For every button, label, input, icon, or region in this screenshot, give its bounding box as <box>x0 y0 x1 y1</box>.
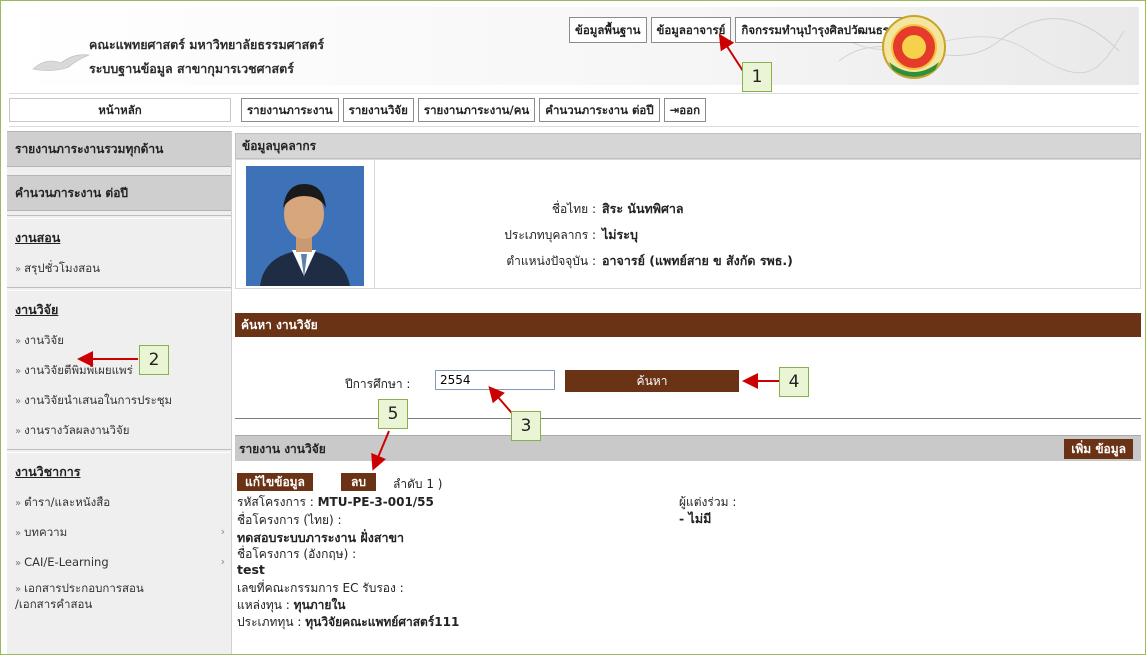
double-chevron-icon: » <box>15 396 22 407</box>
project-code-value: MTU-PE-3-001/55 <box>317 495 434 509</box>
sidebar-item-label: งานรางวัลผลงานวิจัย <box>24 423 130 437</box>
sidebar: รายงานภาระงานรวมทุกด้าน คำนวนภาระงาน ต่อ… <box>7 131 232 654</box>
year-input[interactable] <box>435 370 555 390</box>
main-nav: หน้าหลัก รายงานภาระงาน รายงานวิจัย รายงา… <box>9 93 1139 127</box>
sidebar-item-lecture-docs[interactable]: /เอกสารคำสอน <box>7 595 231 613</box>
sidebar-divider <box>7 215 231 219</box>
sidebar-section-research[interactable]: งานวิจัย <box>7 293 231 325</box>
fund-source-label: แหล่งทุน : <box>237 598 290 612</box>
fund-type-value: ทุนวิจัยคณะแพทย์ศาสตร์111 <box>305 615 460 629</box>
sidebar-item-research-awards[interactable]: » งานรางวัลผลงานวิจัย <box>7 415 231 445</box>
header-subtitle: ระบบฐานข้อมูล สาขากุมารเวชศาสตร์ <box>89 61 295 76</box>
sidebar-divider <box>7 449 231 453</box>
chevron-right-icon: › <box>220 555 225 568</box>
sidebar-item-teaching-hours[interactable]: » สรุปชั่วโมงสอน <box>7 253 231 283</box>
fund-type-line: ประเภททุน : ทุนวิจัยคณะแพทย์ศาสตร์111 <box>237 613 459 632</box>
personnel-card: ชื่อไทย : สิระ นันทพิศาล ประเภทบุคลากร :… <box>235 159 1141 289</box>
nav-items: รายงานภาระงาน รายงานวิจัย รายงานภาระงาน/… <box>241 98 707 122</box>
project-code-label: รหัสโครงการ : <box>237 495 314 509</box>
add-data-button[interactable]: เพิ่ม ข้อมูล <box>1064 439 1133 459</box>
sidebar-item-label: CAI/E-Learning <box>24 555 109 569</box>
header: คณะแพทยศาสตร์ มหาวิทยาลัยธรรมศาสตร์ ระบบ… <box>9 7 1139 85</box>
personnel-type-value: ไม่ระบุ <box>602 227 638 242</box>
profile-photo <box>246 166 364 286</box>
nav-research-report[interactable]: รายงานวิจัย <box>342 98 414 122</box>
logout-button[interactable]: ⇥ออก <box>663 98 707 122</box>
sidebar-item-articles[interactable]: » บทความ › <box>7 517 231 547</box>
fund-type-label: ประเภททุน : <box>237 615 302 629</box>
annotation-label-1: 1 <box>742 62 772 92</box>
logo-bird-icon <box>32 54 91 71</box>
report-section-title: รายงาน งานวิจัย <box>239 442 326 456</box>
search-section-title: ค้นหา งานวิจัย <box>235 313 1141 337</box>
chevron-right-icon: › <box>220 525 225 538</box>
sidebar-item-label: ตำรา/และหนังสือ <box>24 495 111 509</box>
section-divider <box>235 418 1141 419</box>
coauthor-value: - ไม่มี <box>679 511 712 526</box>
double-chevron-icon: » <box>15 336 22 347</box>
annotation-label-3: 3 <box>511 411 541 441</box>
sidebar-item-label: งานวิจัยนำเสนอในการประชุม <box>24 393 173 407</box>
sidebar-gap <box>7 167 231 175</box>
double-chevron-icon: » <box>15 264 22 275</box>
annotation-label-4: 4 <box>779 367 809 397</box>
fund-source-value: ทุนภายใน <box>293 598 346 612</box>
nav-workload-report[interactable]: รายงานภาระงาน <box>241 98 339 122</box>
name-en-value: test <box>237 562 265 577</box>
nav-annual-workload[interactable]: คำนวนภาระงาน ต่อปี <box>539 98 660 122</box>
window-frame: คณะแพทยศาสตร์ มหาวิทยาลัยธรรมศาสตร์ ระบบ… <box>0 0 1146 655</box>
position-value: อาจารย์ (แพทย์สาย ข สังกัด รพธ.) <box>602 253 793 268</box>
sidebar-all-workload[interactable]: รายงานภาระงานรวมทุกด้าน <box>7 131 231 167</box>
sidebar-item-label: งานวิจัย <box>24 333 64 347</box>
sidebar-item-research[interactable]: » งานวิจัย <box>7 325 231 355</box>
search-button[interactable]: ค้นหา <box>565 370 739 392</box>
edit-button[interactable]: แก้ไขข้อมูล <box>237 473 313 491</box>
sidebar-item-cai-elearning[interactable]: » CAI/E-Learning › <box>7 547 231 577</box>
nav-home[interactable]: หน้าหลัก <box>9 98 231 122</box>
nav-workload-per-person[interactable]: รายงานภาระงาน/คน <box>417 98 536 122</box>
lecturer-info-button[interactable]: ข้อมูลอาจารย์ <box>650 17 732 43</box>
header-title: คณะแพทยศาสตร์ มหาวิทยาลัยธรรมศาสตร์ <box>89 37 325 52</box>
top-button-group: ข้อมูลพื้นฐาน ข้อมูลอาจารย์ กิจกรรมทำนุบ… <box>569 17 909 43</box>
sidebar-section-academic[interactable]: งานวิชาการ <box>7 455 231 487</box>
name-label: ชื่อไทย : <box>551 202 596 216</box>
personnel-type-label: ประเภทบุคลากร : <box>504 228 596 242</box>
sidebar-item-label: /เอกสารคำสอน <box>15 597 93 611</box>
project-code-line: รหัสโครงการ : MTU-PE-3-001/55 <box>237 493 434 512</box>
sidebar-item-label: สรุปชั่วโมงสอน <box>24 261 101 275</box>
order-number: ลำดับ 1 ) <box>393 477 443 491</box>
personnel-section-title: ข้อมูลบุคลากร <box>235 133 1141 159</box>
double-chevron-icon: » <box>15 584 22 595</box>
basic-info-button[interactable]: ข้อมูลพื้นฐาน <box>569 17 647 43</box>
double-chevron-icon: » <box>15 498 22 509</box>
position-label: ตำแหน่งปัจจุบัน : <box>506 254 596 268</box>
sidebar-item-label: งานวิจัยตีพิมพ์เผยแพร่ <box>24 363 133 377</box>
year-label: ปีการศึกษา : <box>345 377 411 391</box>
delete-button[interactable]: ลบ <box>341 473 376 491</box>
sidebar-item-teaching-docs[interactable]: » เอกสารประกอบการสอน <box>7 577 231 595</box>
sidebar-item-textbooks[interactable]: » ตำรา/และหนังสือ <box>7 487 231 517</box>
sidebar-item-label: เอกสารประกอบการสอน <box>24 581 144 595</box>
annotation-label-2: 2 <box>139 345 169 375</box>
sidebar-item-research-presented[interactable]: » งานวิจัยนำเสนอในการประชุม <box>7 385 231 415</box>
double-chevron-icon: » <box>15 528 22 539</box>
sidebar-item-label: บทความ <box>24 525 68 539</box>
sidebar-section-teaching[interactable]: งานสอน <box>7 221 231 253</box>
main-content: ข้อมูลบุคลากร ชื่อไทย : สิระ นันทพิศาล ป… <box>235 133 1141 629</box>
university-seal-icon <box>882 15 946 79</box>
person-portrait-icon <box>246 166 364 286</box>
double-chevron-icon: » <box>15 558 22 569</box>
logout-icon: ⇥ <box>669 103 680 117</box>
sidebar-item-research-published[interactable]: » งานวิจัยตีพิมพ์เผยแพร่ <box>7 355 231 385</box>
report-section-bar: รายงาน งานวิจัย เพิ่ม ข้อมูล <box>235 435 1141 461</box>
double-chevron-icon: » <box>15 426 22 437</box>
logout-label: ออก <box>679 103 701 117</box>
sidebar-divider <box>7 287 231 291</box>
annotation-label-5: 5 <box>378 399 408 429</box>
double-chevron-icon: » <box>15 366 22 377</box>
name-value: สิระ นันทพิศาล <box>602 201 684 216</box>
sidebar-annual-workload[interactable]: คำนวนภาระงาน ต่อปี <box>7 175 231 211</box>
photo-divider <box>374 160 375 288</box>
